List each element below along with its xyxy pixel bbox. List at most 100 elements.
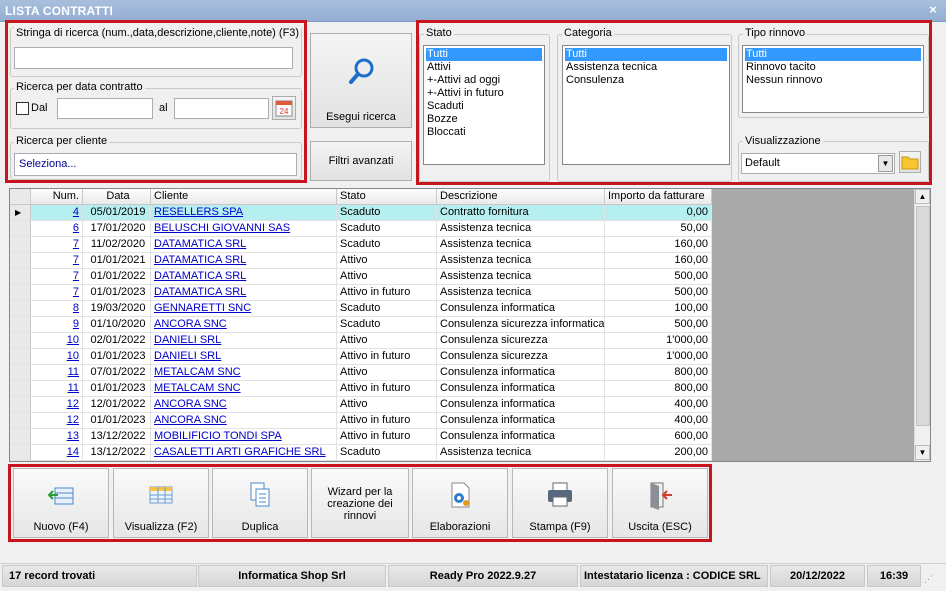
header-descrizione[interactable]: Descrizione	[437, 189, 605, 205]
row-indicator[interactable]	[10, 285, 31, 301]
row-indicator[interactable]	[10, 253, 31, 269]
client-link[interactable]: GENNARETTI SNC	[154, 302, 251, 314]
cell-cliente[interactable]: CASALETTI ARTI GRAFICHE SRL	[151, 445, 337, 461]
cell-cliente[interactable]: ANCORA SNC	[151, 317, 337, 333]
row-indicator[interactable]	[10, 445, 31, 461]
table-row[interactable]: 7 11/02/2020 DATAMATICA SRL Scaduto Assisten…	[10, 237, 712, 253]
row-indicator[interactable]	[10, 429, 31, 445]
table-row[interactable]: 11 07/01/2022 METALCAM SNC Attivo Consulenza…	[10, 365, 712, 381]
row-indicator[interactable]	[10, 333, 31, 349]
client-link[interactable]: ANCORA SNC	[154, 318, 227, 330]
cell-num[interactable]: 10	[31, 333, 83, 349]
client-link[interactable]: DATAMATICA SRL	[154, 286, 246, 298]
client-link[interactable]: ANCORA SNC	[154, 398, 227, 410]
contract-number-link[interactable]: 13	[67, 430, 79, 442]
cell-num[interactable]: 6	[31, 221, 83, 237]
grid-vertical-scrollbar[interactable]: ▲ ▼	[914, 189, 930, 461]
cell-cliente[interactable]: ANCORA SNC	[151, 413, 337, 429]
cell-num[interactable]: 4	[31, 205, 83, 221]
contract-number-link[interactable]: 9	[73, 318, 79, 330]
cell-cliente[interactable]: DATAMATICA SRL	[151, 237, 337, 253]
client-link[interactable]: METALCAM SNC	[154, 366, 241, 378]
cell-cliente[interactable]: RESELLERS SPA	[151, 205, 337, 221]
client-link[interactable]: DANIELI SRL	[154, 334, 221, 346]
cell-cliente[interactable]: DATAMATICA SRL	[151, 269, 337, 285]
client-link[interactable]: METALCAM SNC	[154, 382, 241, 394]
row-indicator[interactable]	[10, 413, 31, 429]
table-row[interactable]: 9 01/10/2020 ANCORA SNC Scaduto Consulenza s…	[10, 317, 712, 333]
contract-number-link[interactable]: 11	[68, 366, 79, 378]
cell-num[interactable]: 11	[31, 381, 83, 397]
cell-cliente[interactable]: GENNARETTI SNC	[151, 301, 337, 317]
client-link[interactable]: CASALETTI ARTI GRAFICHE SRL	[154, 446, 326, 458]
cell-num[interactable]: 11	[31, 365, 83, 381]
table-row[interactable]: ▶ 4 05/01/2019 RESELLERS SPA Scaduto Contratt…	[10, 205, 712, 221]
row-indicator[interactable]	[10, 301, 31, 317]
table-row[interactable]: 12 01/01/2023 ANCORA SNC Attivo in futuro Co…	[10, 413, 712, 429]
cell-cliente[interactable]: DANIELI SRL	[151, 349, 337, 365]
client-link[interactable]: DANIELI SRL	[154, 350, 221, 362]
header-importo[interactable]: Importo da fatturare	[605, 189, 712, 205]
cell-num[interactable]: 13	[31, 429, 83, 445]
cell-cliente[interactable]: MOBILIFICIO TONDI SPA	[151, 429, 337, 445]
contract-number-link[interactable]: 7	[73, 238, 79, 250]
header-num[interactable]: Num.	[31, 189, 83, 205]
contract-number-link[interactable]: 12	[67, 398, 79, 410]
cell-cliente[interactable]: DATAMATICA SRL	[151, 285, 337, 301]
table-row[interactable]: 7 01/01/2023 DATAMATICA SRL Attivo in futur…	[10, 285, 712, 301]
table-row[interactable]: 11 01/01/2023 METALCAM SNC Attivo in futuro…	[10, 381, 712, 397]
client-link[interactable]: RESELLERS SPA	[154, 206, 243, 218]
cell-cliente[interactable]: DATAMATICA SRL	[151, 253, 337, 269]
contract-number-link[interactable]: 7	[73, 270, 79, 282]
client-link[interactable]: MOBILIFICIO TONDI SPA	[154, 430, 282, 442]
row-indicator[interactable]	[10, 397, 31, 413]
cell-num[interactable]: 7	[31, 285, 83, 301]
contract-number-link[interactable]: 8	[73, 302, 79, 314]
contract-number-link[interactable]: 12	[67, 414, 79, 426]
header-stato[interactable]: Stato	[337, 189, 437, 205]
cell-num[interactable]: 9	[31, 317, 83, 333]
table-row[interactable]: 7 01/01/2022 DATAMATICA SRL Attivo Assistenz…	[10, 269, 712, 285]
search-button[interactable]: Esegui ricerca	[310, 33, 412, 128]
table-row[interactable]: 14 13/12/2022 CASALETTI ARTI GRAFICHE SRL S…	[10, 445, 712, 461]
row-indicator[interactable]	[10, 365, 31, 381]
advanced-filters-button[interactable]: Filtri avanzati	[310, 141, 412, 181]
cell-cliente[interactable]: METALCAM SNC	[151, 381, 337, 397]
scroll-thumb[interactable]	[916, 206, 930, 426]
client-link[interactable]: DATAMATICA SRL	[154, 238, 246, 250]
table-row[interactable]: 6 17/01/2020 BELUSCHI GIOVANNI SAS Scaduto A…	[10, 221, 712, 237]
table-row[interactable]: 7 01/01/2021 DATAMATICA SRL Attivo Assistenz…	[10, 253, 712, 269]
row-indicator[interactable]	[10, 269, 31, 285]
close-icon[interactable]: ×	[926, 3, 940, 17]
cell-num[interactable]: 7	[31, 269, 83, 285]
client-link[interactable]: DATAMATICA SRL	[154, 254, 246, 266]
contract-number-link[interactable]: 6	[73, 222, 79, 234]
header-data[interactable]: Data	[83, 189, 151, 205]
client-link[interactable]: ANCORA SNC	[154, 414, 227, 426]
contract-number-link[interactable]: 11	[68, 382, 79, 394]
resize-grip-icon[interactable]: ⋰	[924, 574, 940, 588]
cell-num[interactable]: 7	[31, 237, 83, 253]
cell-num[interactable]: 10	[31, 349, 83, 365]
scroll-up-icon[interactable]: ▲	[915, 189, 930, 204]
client-link[interactable]: DATAMATICA SRL	[154, 270, 246, 282]
cell-cliente[interactable]: DANIELI SRL	[151, 333, 337, 349]
table-row[interactable]: 10 01/01/2023 DANIELI SRL Attivo in futuro C…	[10, 349, 712, 365]
cell-num[interactable]: 7	[31, 253, 83, 269]
contract-number-link[interactable]: 10	[67, 350, 79, 362]
client-link[interactable]: BELUSCHI GIOVANNI SAS	[154, 222, 290, 234]
table-row[interactable]: 8 19/03/2020 GENNARETTI SNC Scaduto Consulen…	[10, 301, 712, 317]
cell-num[interactable]: 12	[31, 397, 83, 413]
contract-number-link[interactable]: 10	[67, 334, 79, 346]
current-row-arrow-icon[interactable]: ▶	[10, 205, 31, 221]
cell-cliente[interactable]: METALCAM SNC	[151, 365, 337, 381]
table-row[interactable]: 13 13/12/2022 MOBILIFICIO TONDI SPA Attivo …	[10, 429, 712, 445]
table-row[interactable]: 12 12/01/2022 ANCORA SNC Attivo Consulenza i…	[10, 397, 712, 413]
row-indicator[interactable]	[10, 349, 31, 365]
row-indicator[interactable]	[10, 221, 31, 237]
contract-number-link[interactable]: 14	[67, 446, 79, 458]
contract-number-link[interactable]: 4	[73, 206, 79, 218]
row-indicator[interactable]	[10, 381, 31, 397]
cell-cliente[interactable]: ANCORA SNC	[151, 397, 337, 413]
cell-num[interactable]: 12	[31, 413, 83, 429]
